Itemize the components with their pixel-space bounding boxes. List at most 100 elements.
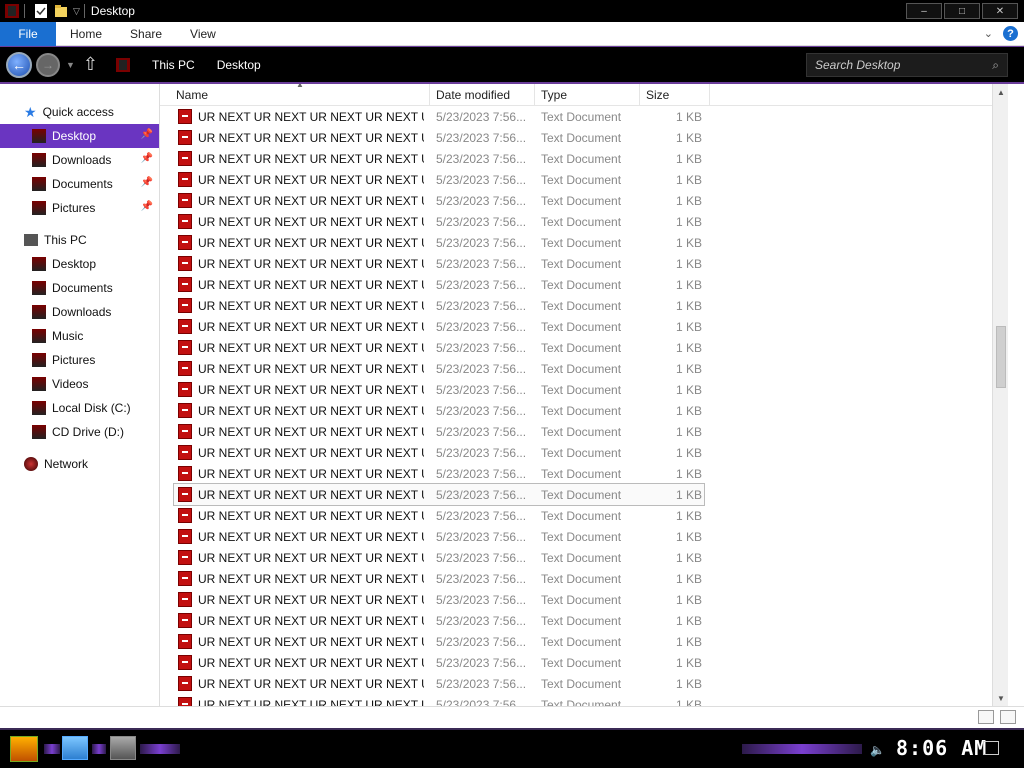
scroll-thumb[interactable]	[996, 326, 1006, 388]
table-row[interactable]: UR NEXT UR NEXT UR NEXT UR NEXT UR NE...…	[174, 337, 704, 358]
search-input[interactable]: Search Desktop	[815, 58, 900, 72]
table-row[interactable]: UR NEXT UR NEXT UR NEXT UR NEXT UR NE...…	[174, 211, 704, 232]
table-row[interactable]: UR NEXT UR NEXT UR NEXT UR NEXT UR NE...…	[174, 400, 704, 421]
sidebar-item-music[interactable]: Music	[0, 324, 159, 348]
search-box[interactable]: Search Desktop ⌕	[806, 53, 1008, 77]
sidebar-item-cd-drive-d[interactable]: CD Drive (D:)	[0, 420, 159, 444]
column-date-modified[interactable]: Date modified	[430, 84, 535, 106]
column-size[interactable]: Size	[640, 84, 710, 106]
table-row[interactable]: UR NEXT UR NEXT UR NEXT UR NEXT UR NE...…	[174, 316, 704, 337]
app-taskbar-icon[interactable]	[110, 736, 136, 760]
pin-icon[interactable]: 📌	[141, 177, 153, 188]
scroll-up-icon[interactable]: ▲	[993, 84, 1008, 100]
minimize-button[interactable]: –	[906, 3, 942, 19]
qat-dropdown-icon[interactable]: ▽	[73, 6, 80, 17]
scroll-down-icon[interactable]: ▼	[993, 690, 1008, 706]
sidebar-item-documents[interactable]: Documents 📌	[0, 172, 159, 196]
sidebar-item-documents[interactable]: Documents	[0, 276, 159, 300]
table-row[interactable]: UR NEXT UR NEXT UR NEXT UR NEXT UR NE...…	[174, 232, 704, 253]
breadcrumb-desktop[interactable]: Desktop	[217, 58, 261, 72]
table-row[interactable]: UR NEXT UR NEXT UR NEXT UR NEXT UR NE...…	[174, 505, 704, 526]
recent-locations-icon[interactable]: ▼	[66, 60, 75, 70]
details-view-icon[interactable]	[978, 710, 994, 724]
tab-share[interactable]: Share	[116, 22, 176, 46]
table-row[interactable]: UR NEXT UR NEXT UR NEXT UR NEXT UR NE...…	[174, 442, 704, 463]
table-row[interactable]: UR NEXT UR NEXT UR NEXT UR NEXT UR NE...…	[174, 652, 704, 673]
table-row[interactable]: UR NEXT UR NEXT UR NEXT UR NEXT UR NE...…	[174, 358, 704, 379]
large-icons-view-icon[interactable]	[1000, 710, 1016, 724]
file-type: Text Document	[541, 214, 622, 229]
up-arrow-icon[interactable]: ⇧	[83, 54, 98, 75]
back-button[interactable]: ←	[6, 51, 32, 78]
sidebar-item-network[interactable]: Network	[0, 452, 159, 476]
sidebar-item-quick-access[interactable]: ★ Quick access	[0, 100, 159, 124]
tab-view[interactable]: View	[176, 22, 230, 46]
taskbar-clock[interactable]: 8:06 AM	[896, 736, 987, 760]
sidebar-item-downloads[interactable]: Downloads 📌	[0, 148, 159, 172]
address-bar[interactable]: This PC Desktop	[112, 53, 782, 77]
vertical-scrollbar[interactable]: ▲ ▼	[992, 84, 1008, 706]
file-name: UR NEXT UR NEXT UR NEXT UR NEXT UR NE...	[198, 571, 424, 586]
sidebar-item-local-disk-c[interactable]: Local Disk (C:)	[0, 396, 159, 420]
new-folder-icon[interactable]	[53, 3, 69, 19]
file-name: UR NEXT UR NEXT UR NEXT UR NEXT UR NE...	[198, 319, 424, 334]
column-name[interactable]: Name	[170, 84, 430, 106]
table-row[interactable]: UR NEXT UR NEXT UR NEXT UR NEXT UR NE...…	[174, 421, 704, 442]
table-row[interactable]: UR NEXT UR NEXT UR NEXT UR NEXT UR NE...…	[173, 483, 705, 506]
maximize-button[interactable]: □	[944, 3, 980, 19]
file-explorer-taskbar-icon[interactable]	[62, 736, 88, 760]
breadcrumb-this-pc[interactable]: This PC	[152, 58, 195, 72]
start-button[interactable]	[10, 736, 38, 762]
action-center-icon[interactable]	[983, 741, 999, 755]
table-row[interactable]: UR NEXT UR NEXT UR NEXT UR NEXT UR NE...…	[174, 547, 704, 568]
expand-ribbon-icon[interactable]: ⌄	[984, 27, 993, 40]
separator	[24, 4, 25, 18]
folder-icon	[32, 257, 46, 271]
column-type[interactable]: Type	[535, 84, 640, 106]
pin-icon[interactable]: 📌	[141, 153, 153, 164]
table-row[interactable]: UR NEXT UR NEXT UR NEXT UR NEXT UR NE...…	[174, 673, 704, 694]
pin-icon[interactable]: 📌	[141, 201, 153, 212]
tab-file[interactable]: File	[0, 21, 56, 46]
table-row[interactable]: UR NEXT UR NEXT UR NEXT UR NEXT UR NE...…	[174, 127, 704, 148]
volume-muted-icon[interactable]: 🔈	[870, 743, 885, 757]
sidebar-item-desktop[interactable]: Desktop 📌	[0, 124, 159, 148]
table-row[interactable]: UR NEXT UR NEXT UR NEXT UR NEXT UR NE...…	[174, 274, 704, 295]
pin-icon[interactable]: 📌	[141, 129, 153, 140]
table-row[interactable]: UR NEXT UR NEXT UR NEXT UR NEXT UR NE...…	[174, 526, 704, 547]
table-row[interactable]: UR NEXT UR NEXT UR NEXT UR NEXT UR NE...…	[174, 568, 704, 589]
table-row[interactable]: UR NEXT UR NEXT UR NEXT UR NEXT UR NE...…	[174, 253, 704, 274]
table-row[interactable]: UR NEXT UR NEXT UR NEXT UR NEXT UR NE...…	[174, 106, 704, 127]
table-row[interactable]: UR NEXT UR NEXT UR NEXT UR NEXT UR NE...…	[174, 463, 704, 484]
sidebar-item-downloads[interactable]: Downloads	[0, 300, 159, 324]
table-row[interactable]: UR NEXT UR NEXT UR NEXT UR NEXT UR NE...…	[174, 610, 704, 631]
file-size: 1 KB	[675, 193, 702, 208]
sidebar-item-pictures[interactable]: Pictures 📌	[0, 196, 159, 220]
close-button[interactable]: ✕	[982, 3, 1018, 19]
sidebar-item-pictures[interactable]: Pictures	[0, 348, 159, 372]
table-row[interactable]: UR NEXT UR NEXT UR NEXT UR NEXT UR NE...…	[174, 148, 704, 169]
text-file-icon	[178, 634, 192, 649]
taskbar-decoration	[140, 744, 180, 754]
sidebar-item-this-pc[interactable]: This PC	[0, 228, 159, 252]
file-type: Text Document	[541, 424, 622, 439]
table-row[interactable]: UR NEXT UR NEXT UR NEXT UR NEXT UR NE...…	[174, 190, 704, 211]
file-rows: UR NEXT UR NEXT UR NEXT UR NEXT UR NE...…	[160, 106, 1008, 706]
text-file-icon	[178, 277, 192, 292]
table-row[interactable]: UR NEXT UR NEXT UR NEXT UR NEXT UR NE...…	[174, 694, 704, 706]
table-row[interactable]: UR NEXT UR NEXT UR NEXT UR NEXT UR NE...…	[174, 379, 704, 400]
table-row[interactable]: UR NEXT UR NEXT UR NEXT UR NEXT UR NE...…	[174, 589, 704, 610]
help-button[interactable]: ?	[1003, 26, 1018, 41]
table-row[interactable]: UR NEXT UR NEXT UR NEXT UR NEXT UR NE...…	[174, 295, 704, 316]
table-row[interactable]: UR NEXT UR NEXT UR NEXT UR NEXT UR NE...…	[174, 169, 704, 190]
search-icon[interactable]: ⌕	[992, 58, 999, 73]
tab-home[interactable]: Home	[56, 22, 116, 46]
table-row[interactable]: UR NEXT UR NEXT UR NEXT UR NEXT UR NE...…	[174, 631, 704, 652]
file-size: 1 KB	[675, 487, 702, 502]
properties-icon[interactable]	[33, 3, 49, 19]
sidebar-item-desktop[interactable]: Desktop	[0, 252, 159, 276]
forward-button[interactable]: →	[36, 52, 60, 77]
app-icon[interactable]	[4, 3, 20, 19]
file-type: Text Document	[541, 151, 622, 166]
sidebar-item-videos[interactable]: Videos	[0, 372, 159, 396]
